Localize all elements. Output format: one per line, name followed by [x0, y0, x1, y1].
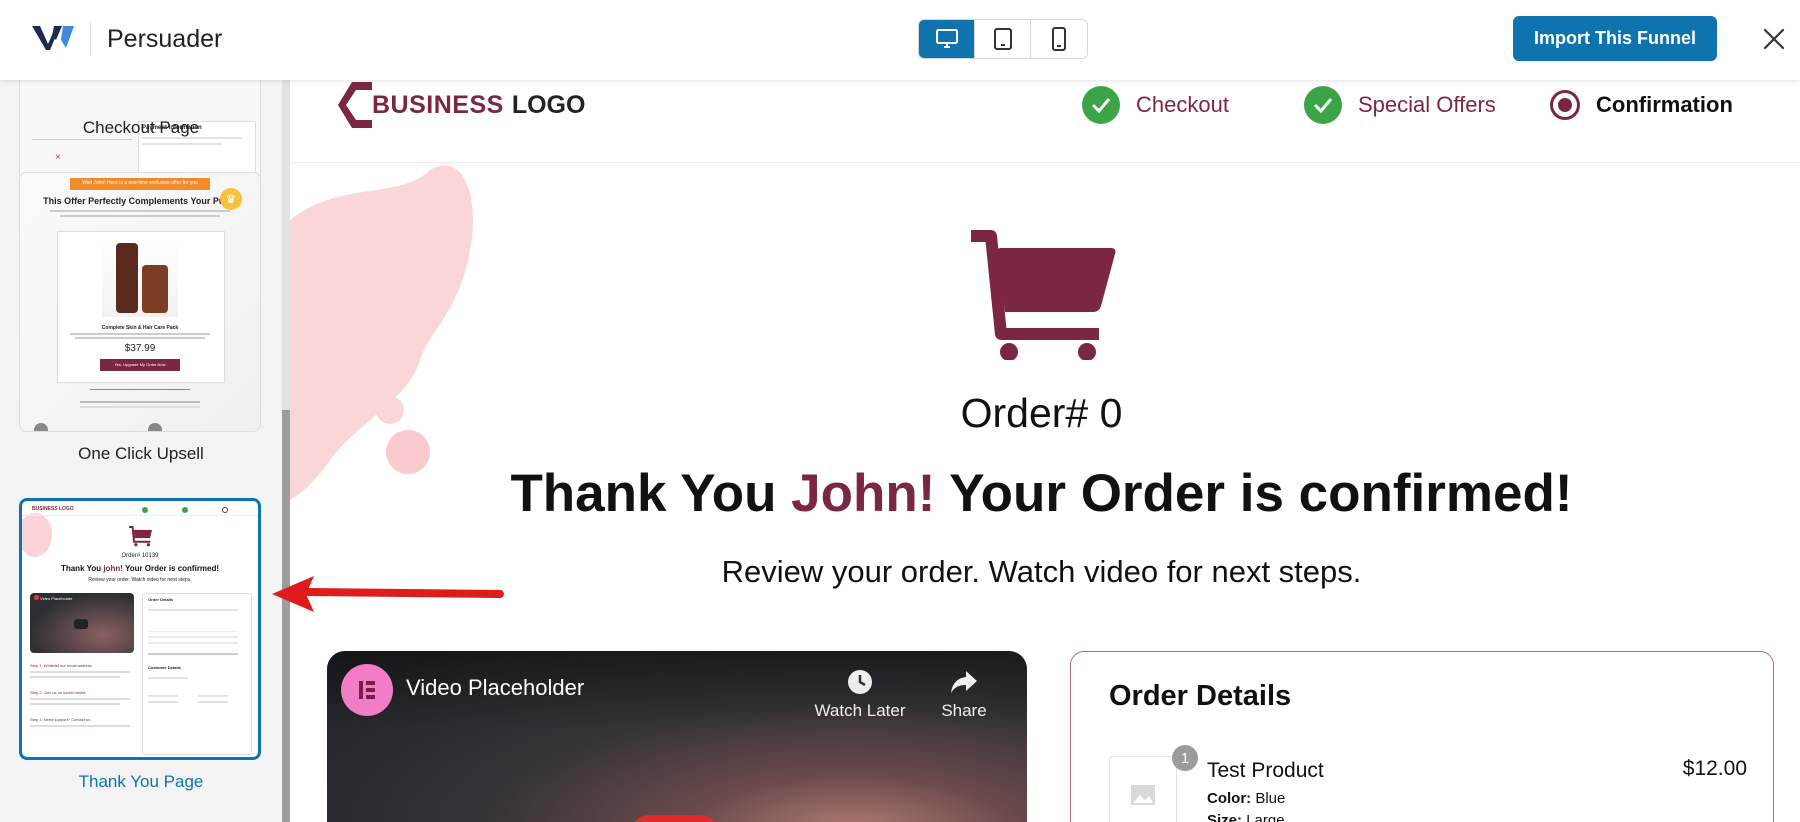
logo-mark-icon [338, 82, 372, 128]
thumb-video-title: Video Placeholder [40, 596, 73, 601]
check-icon [1082, 86, 1120, 124]
funnel-pages-sidebar: Payment Information × Checkout Page Wait… [0, 80, 282, 822]
watch-later-button[interactable]: Watch Later [805, 667, 915, 721]
thumb-thanks-heading: Thank You john! Your Order is confirmed! [60, 564, 220, 573]
page-label-upsell[interactable]: One Click Upsell [0, 444, 282, 464]
thumb-customer-details: Customer Details [148, 665, 181, 670]
logo-text-logo: LOGO [511, 90, 586, 119]
share-button[interactable]: Share [909, 667, 1019, 721]
decorative-blob [290, 165, 473, 500]
share-icon [951, 671, 977, 693]
page-label-checkout[interactable]: Checkout Page [0, 118, 282, 138]
page-thumbnail-thank-you[interactable]: BUSINESS LOGO Order# 10139 Thank You joh… [19, 498, 261, 760]
thumb-upsell-heading: This Offer Perfectly Complements Your Pu… [43, 196, 237, 206]
subtitle: Review your order. Watch video for next … [721, 554, 1362, 589]
tablet-icon [993, 28, 1012, 50]
app-name: Persuader [107, 25, 223, 53]
thumb-step-3: Step 3: Need support? Contact us [30, 717, 91, 722]
video-title: Video Placeholder [406, 675, 585, 700]
step-label: Special Offers [1358, 92, 1496, 117]
step-label: Checkout [1136, 92, 1229, 117]
video-player[interactable]: Video Placeholder Watch Later Share [327, 651, 1027, 822]
thumb-step-1: Step 1: Whitelist our email address [30, 663, 92, 668]
image-placeholder-icon [1131, 785, 1155, 805]
top-bar: Persuader Import This Funnel [0, 0, 1800, 80]
product-size: Size: Large [1207, 812, 1285, 822]
clock-icon [848, 670, 872, 694]
shopping-cart-icon [971, 230, 1116, 360]
customer-name: John! [791, 464, 936, 523]
progress-step-special-offers: Special Offers [1304, 85, 1496, 125]
device-switcher [918, 19, 1088, 59]
logo-text-business: BUSINESS [372, 90, 504, 119]
sidebar-scrollbar-thumb[interactable] [282, 410, 290, 822]
progress-step-checkout: Checkout [1082, 85, 1229, 125]
mobile-icon [1052, 27, 1066, 51]
brand-divider [90, 22, 91, 56]
thumb-order-number: Order# 10139 [121, 553, 159, 559]
thumb-upsell-price: $37.99 [124, 343, 156, 354]
page-thumbnail-upsell[interactable]: Wait John! Here is a one-time exclusive … [19, 172, 261, 432]
thumb-cart-icon [129, 525, 153, 547]
desktop-view-button[interactable] [919, 20, 975, 58]
order-details-card: Order Details 1 Test Product $12.00 Colo… [1070, 651, 1774, 822]
progress-step-confirmation: Confirmation [1550, 85, 1733, 125]
quantity-badge: 1 [1172, 745, 1198, 771]
annotation-arrow-icon [272, 576, 504, 612]
product-name: Test Product [1207, 759, 1324, 782]
check-icon [1304, 86, 1342, 124]
persuader-logo-icon [32, 26, 74, 50]
desktop-icon [935, 29, 958, 48]
step-label: Confirmation [1596, 92, 1733, 117]
thumb-subtitle: Review your order. Watch video for next … [88, 577, 192, 583]
crown-icon: ♛ [220, 188, 242, 210]
product-color: Color: Blue [1207, 790, 1286, 807]
youtube-play-button[interactable] [630, 815, 720, 822]
thumb-order-details: Order Details [148, 597, 174, 602]
thumb-step-2: Step 2: Join us on social media [30, 690, 86, 695]
business-logo: BUSINESS LOGO [338, 82, 585, 128]
product-price: $12.00 [1682, 757, 1747, 780]
tablet-view-button[interactable] [975, 20, 1031, 58]
import-funnel-button[interactable]: Import This Funnel [1513, 16, 1717, 61]
current-step-icon [1550, 90, 1580, 120]
product-image [1109, 756, 1177, 822]
page-preview: BUSINESS LOGO Checkout Special Offers Co… [290, 80, 1800, 822]
order-number: Order# 0 [960, 390, 1123, 436]
thank-you-heading: Thank You John! Your Order is confirmed! [510, 464, 1573, 523]
mobile-view-button[interactable] [1031, 20, 1087, 58]
page-label-thank-you[interactable]: Thank You Page [0, 772, 282, 792]
close-icon[interactable] [1757, 22, 1791, 56]
thumb-upsell-banner: Wait John! Here is a one-time exclusive … [82, 180, 198, 186]
thumb-upsell-product: Complete Skin & Hair Care Pack [101, 325, 179, 331]
order-details-title: Order Details [1109, 680, 1292, 712]
preview-header: BUSINESS LOGO Checkout Special Offers Co… [290, 80, 1800, 163]
thumb-upsell-cta: Yes, Upgrade My Order Now [114, 362, 166, 367]
elementor-icon [341, 664, 393, 716]
